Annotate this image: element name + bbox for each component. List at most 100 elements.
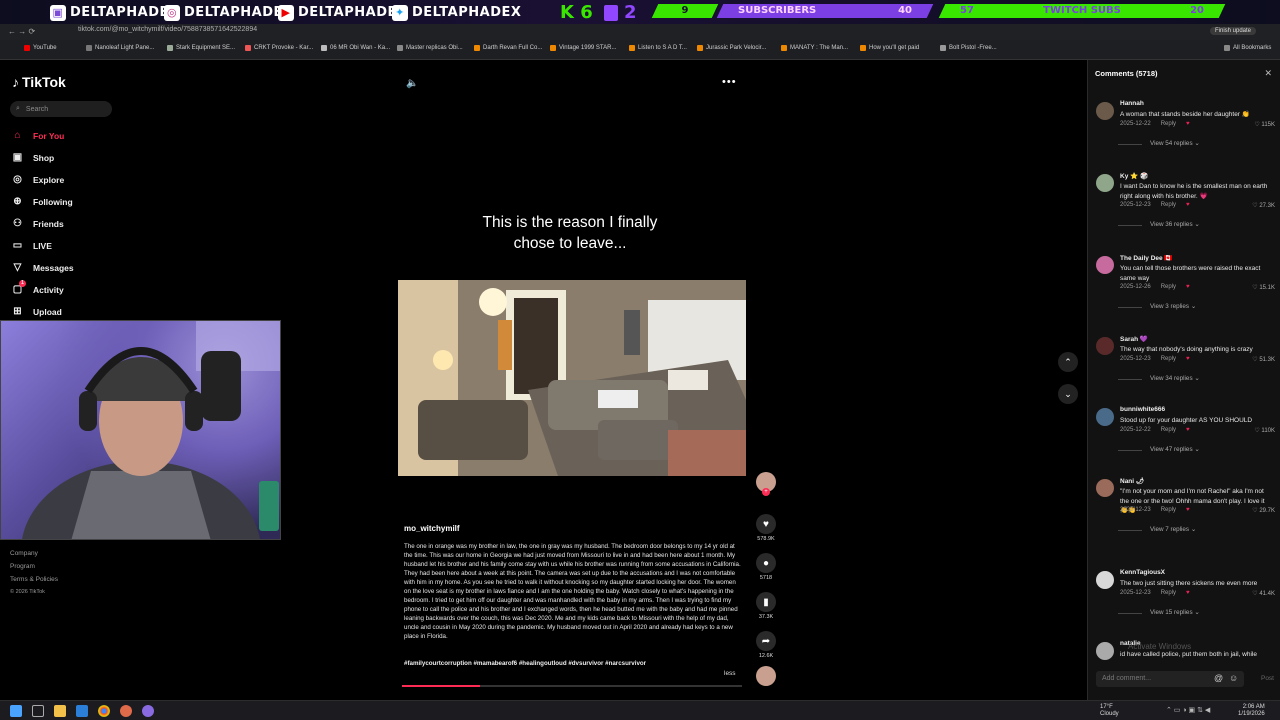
all-bookmarks[interactable]: All Bookmarks <box>1224 45 1271 51</box>
nav-messages[interactable]: ▽ Messages <box>12 262 74 273</box>
commenter-name[interactable]: The Daily Dee 🇨🇦 <box>1120 254 1173 262</box>
footer-terms[interactable]: Terms & Policies <box>10 576 58 583</box>
bookmark-item[interactable]: Stark Equipment SE... <box>167 45 235 51</box>
view-replies-button[interactable]: View 34 replies ⌄ <box>1118 375 1200 382</box>
bookmark-item[interactable]: Listen to S A D T... <box>629 45 687 51</box>
commenter-avatar[interactable] <box>1096 408 1114 426</box>
commenter-name[interactable]: Nani 🌶 <box>1120 477 1144 485</box>
nav-arrows-icon[interactable]: ← → ⟳ <box>8 27 35 36</box>
bookmark-item[interactable]: Nanoleaf Light Pane... <box>86 45 154 51</box>
commenter-avatar[interactable] <box>1096 174 1114 192</box>
reply-button[interactable]: Reply <box>1161 356 1176 362</box>
commenter-avatar[interactable] <box>1096 479 1114 497</box>
nav-shop[interactable]: ▣ Shop <box>12 152 54 163</box>
emoji-icon[interactable]: ☺ <box>1229 673 1238 683</box>
sound-avatar[interactable] <box>755 666 777 686</box>
follow-plus-icon[interactable]: + <box>762 488 770 496</box>
file-explorer-icon[interactable] <box>54 705 66 717</box>
windows-start-icon[interactable] <box>10 705 22 717</box>
reply-button[interactable]: Reply <box>1161 427 1176 433</box>
bookmark-item[interactable]: How you'll get paid <box>860 45 919 51</box>
nav-for-you[interactable]: ⌂ For You <box>12 130 64 141</box>
commenter-name[interactable]: Ky ⭐ 🎲 <box>1120 172 1148 180</box>
view-replies-button[interactable]: View 54 replies ⌄ <box>1118 140 1200 147</box>
app-icon[interactable] <box>76 705 88 717</box>
nav-friends[interactable]: ⚇ Friends <box>12 218 64 229</box>
heart-outline-icon[interactable]: ♡ <box>1254 122 1259 128</box>
bookmark-item[interactable]: Bolt Pistol -Free... <box>940 45 997 51</box>
heart-icon: ♥ <box>756 514 776 534</box>
chrome-icon[interactable] <box>98 705 110 717</box>
video-progress-bar[interactable] <box>402 685 742 687</box>
nav-explore[interactable]: ◎ Explore <box>12 174 64 185</box>
search-input[interactable]: ⌕ Search <box>10 101 112 117</box>
video-hashtags[interactable]: #familycourtcorruption #mamabearof6 #hea… <box>404 660 646 667</box>
volume-icon[interactable]: 🔈 <box>406 78 418 89</box>
weather-widget[interactable]: 17°F Cloudy <box>1100 704 1119 718</box>
nav-upload[interactable]: ⊞ Upload <box>12 306 62 317</box>
bookmark-item[interactable]: Master replicas Obi... <box>397 45 463 51</box>
video-player[interactable] <box>398 280 746 476</box>
comment-button[interactable]: ● 5718 <box>755 553 777 581</box>
commenter-avatar[interactable] <box>1096 256 1114 274</box>
heart-outline-icon[interactable]: ♡ <box>1252 203 1257 209</box>
bookmark-item[interactable]: CRKT Provoke - Kar... <box>245 45 313 51</box>
bookmark-item[interactable]: MANATY : The Man... <box>781 45 848 51</box>
view-replies-button[interactable]: View 36 replies ⌄ <box>1118 221 1200 228</box>
commenter-name[interactable]: bunniwhite666 <box>1120 406 1165 413</box>
mention-icon[interactable]: @ <box>1214 673 1223 683</box>
reply-button[interactable]: Reply <box>1161 121 1176 127</box>
address-bar[interactable]: ← → ⟳ tiktok.com/@mo_witchymilf/video/75… <box>0 24 1280 40</box>
view-replies-button[interactable]: View 3 replies ⌄ <box>1117 303 1196 310</box>
bookmark-item[interactable]: 06 MR Obi Wan - Ka... <box>321 45 390 51</box>
commenter-name[interactable]: Sarah 💜 <box>1120 335 1148 343</box>
bookmark-item[interactable]: Vintage 1999 STAR... <box>550 45 616 51</box>
view-replies-button[interactable]: View 15 replies ⌄ <box>1118 609 1200 616</box>
heart-outline-icon[interactable]: ♡ <box>1252 591 1257 597</box>
more-options-icon[interactable]: ••• <box>722 76 737 88</box>
commenter-name[interactable]: KennTagiousX <box>1120 569 1165 576</box>
author-avatar[interactable]: + <box>755 472 777 496</box>
tiktok-logo[interactable]: ♪ TikTok <box>12 74 66 90</box>
heart-outline-icon[interactable]: ♡ <box>1254 428 1259 434</box>
like-button[interactable]: ♥ 578.9K <box>755 514 777 542</box>
task-view-icon[interactable] <box>32 705 44 717</box>
bookmark-item[interactable]: YouTube <box>24 45 57 51</box>
app-icon[interactable] <box>120 705 132 717</box>
commenter-avatar[interactable] <box>1096 571 1114 589</box>
view-replies-button[interactable]: View 7 replies ⌄ <box>1117 526 1196 533</box>
footer-program[interactable]: Program <box>10 563 35 570</box>
nav-live[interactable]: ▭ LIVE <box>12 240 52 251</box>
share-button[interactable]: ➦ 12.6K <box>755 631 777 659</box>
tray-icons[interactable]: ⌃ ▭ ◑ ▣ ⇅ ◀ <box>1166 707 1210 714</box>
reply-button[interactable]: Reply <box>1161 284 1176 290</box>
clock[interactable]: 2:06 AM 1/19/2026 <box>1238 704 1265 718</box>
video-author[interactable]: mo_witchymilf <box>404 524 460 533</box>
commenter-avatar[interactable] <box>1096 337 1114 355</box>
footer-company[interactable]: Company <box>10 550 38 557</box>
less-button[interactable]: less <box>724 670 736 677</box>
view-replies-button[interactable]: View 47 replies ⌄ <box>1118 446 1200 453</box>
commenter-name[interactable]: Hannah <box>1120 100 1144 107</box>
close-icon[interactable]: ✕ <box>1264 68 1272 79</box>
reply-button[interactable]: Reply <box>1161 590 1176 596</box>
finish-update-button[interactable]: Finish update <box>1210 27 1257 35</box>
discord-icon[interactable] <box>142 705 154 717</box>
next-video-button[interactable]: ⌄ <box>1058 384 1078 404</box>
bookmark-favicon <box>474 45 480 51</box>
heart-outline-icon[interactable]: ♡ <box>1252 285 1257 291</box>
bookmark-item[interactable]: Darth Revan Full Co... <box>474 45 542 51</box>
commenter-avatar[interactable] <box>1096 642 1114 660</box>
previous-video-button[interactable]: ⌃ <box>1058 352 1078 372</box>
commenter-avatar[interactable] <box>1096 102 1114 120</box>
reply-button[interactable]: Reply <box>1161 507 1176 513</box>
nav-following[interactable]: ⊕ Following <box>12 196 72 207</box>
save-button[interactable]: ▮ 37.3K <box>755 592 777 620</box>
reply-button[interactable]: Reply <box>1161 202 1176 208</box>
url-text[interactable]: tiktok.com/@mo_witchymilf/video/75887385… <box>78 26 257 33</box>
heart-outline-icon[interactable]: ♡ <box>1252 508 1257 514</box>
nav-activity[interactable]: ▢ 1 Activity <box>12 280 64 295</box>
post-button[interactable]: Post <box>1261 675 1274 682</box>
bookmark-item[interactable]: Jurassic Park Velocir... <box>697 45 766 51</box>
heart-outline-icon[interactable]: ♡ <box>1252 357 1257 363</box>
